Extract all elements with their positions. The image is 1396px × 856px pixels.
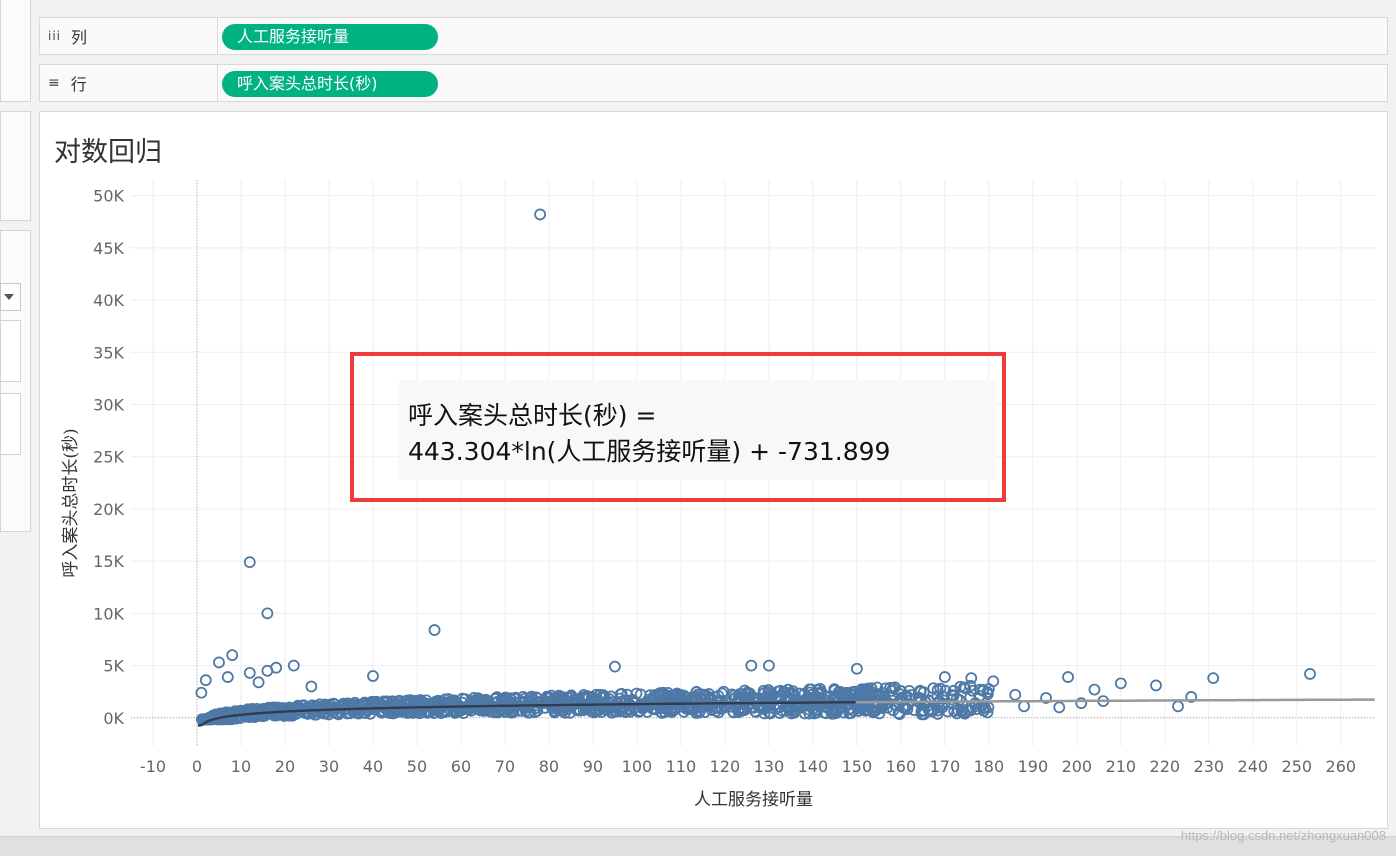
y-axis-title: 呼入案头总时长(秒)	[61, 428, 81, 577]
y-tick-label: 15K	[93, 552, 124, 571]
x-tick-label: 40	[363, 757, 383, 776]
watermark-text: https://blog.csdn.net/zhongxuan008	[1180, 828, 1386, 843]
data-point	[1018, 700, 1030, 713]
data-point	[243, 556, 256, 569]
data-point	[1172, 700, 1184, 713]
rows-shelf-title: 行	[70, 75, 87, 94]
data-point	[1088, 683, 1101, 696]
x-tick-label: 70	[495, 757, 515, 776]
data-point	[243, 667, 256, 679]
y-tick-label: 35K	[93, 343, 124, 362]
x-tick-label: 210	[1106, 757, 1137, 776]
x-tick-label: 80	[539, 757, 559, 776]
x-tick-label: 260	[1326, 757, 1357, 776]
x-tick-label: 190	[1018, 757, 1049, 776]
data-point	[609, 660, 621, 673]
marks-card-color[interactable]	[0, 320, 21, 382]
data-point	[534, 208, 547, 221]
data-point	[987, 675, 1000, 688]
x-tick-label: 50	[407, 757, 427, 776]
chevron-down-icon	[4, 294, 14, 300]
data-point	[226, 649, 239, 662]
x-tick-label: 170	[930, 757, 961, 776]
y-tick-label: 30K	[93, 396, 124, 415]
data-point	[252, 676, 265, 689]
x-tick-label: 200	[1062, 757, 1093, 776]
y-tick-label: 0K	[103, 709, 124, 728]
x-tick-label: -10	[140, 757, 166, 776]
worksheet-view: 对数回归 -10 0 10 20 30 40 50 60 70 80 90 100 110 120 130 1…	[39, 111, 1388, 829]
x-tick-label: 110	[666, 757, 697, 776]
x-tick-label: 60	[451, 757, 471, 776]
x-tick-label: 180	[974, 757, 1005, 776]
x-tick-label: 250	[1282, 757, 1313, 776]
x-tick-label: 100	[622, 757, 653, 776]
marks-type-dropdown[interactable]	[0, 283, 21, 311]
x-tick-label: 0	[192, 757, 202, 776]
x-tick-label: 230	[1194, 757, 1225, 776]
marks-card-size[interactable]	[0, 393, 21, 455]
x-tick-label: 240	[1238, 757, 1269, 776]
y-tick-label: 25K	[93, 448, 124, 467]
y-tick-label: 5K	[103, 657, 124, 676]
rows-icon: ≡	[48, 75, 61, 91]
columns-shelf-label: iii 列	[40, 18, 218, 54]
rows-shelf-label: ≡ 行	[40, 65, 218, 101]
data-point	[1009, 688, 1022, 701]
data-point	[305, 680, 318, 693]
data-point	[1150, 679, 1162, 692]
data-point	[428, 624, 441, 636]
data-point	[199, 674, 212, 687]
highlight-box	[350, 352, 1006, 502]
columns-field-pill[interactable]: 人工服务接听量	[222, 24, 438, 50]
data-point	[1207, 672, 1220, 685]
x-tick-label: 160	[886, 757, 917, 776]
data-point	[1304, 668, 1316, 680]
x-tick-label: 150	[842, 757, 873, 776]
columns-shelf-title: 列	[71, 28, 88, 47]
data-point	[270, 661, 283, 674]
x-tick-label: 20	[275, 757, 295, 776]
x-tick-label: 130	[754, 757, 785, 776]
y-tick-label: 50K	[93, 187, 124, 206]
data-point	[221, 671, 234, 683]
y-tick-label: 20K	[93, 500, 124, 519]
columns-icon: iii	[48, 29, 62, 43]
data-point	[195, 686, 208, 699]
y-tick-label: 10K	[93, 604, 124, 623]
y-tick-label: 45K	[93, 239, 124, 258]
x-axis-title: 人工服务接听量	[694, 790, 813, 810]
x-tick-label: 120	[710, 757, 741, 776]
rows-shelf: ≡ 行 呼入案头总时长(秒)	[39, 64, 1388, 102]
data-point	[1053, 701, 1066, 714]
left-panel-top	[0, 0, 31, 102]
x-tick-label: 90	[583, 757, 603, 776]
columns-shelf: iii 列 人工服务接听量	[39, 17, 1388, 55]
left-panel-middle	[0, 111, 31, 221]
x-tick-label: 10	[231, 757, 251, 776]
x-tick-label: 30	[319, 757, 339, 776]
x-tick-label: 220	[1150, 757, 1181, 776]
rows-field-pill[interactable]: 呼入案头总时长(秒)	[222, 71, 438, 97]
y-tick-label: 40K	[93, 291, 124, 310]
data-point	[1062, 671, 1074, 683]
x-tick-label: 140	[798, 757, 829, 776]
